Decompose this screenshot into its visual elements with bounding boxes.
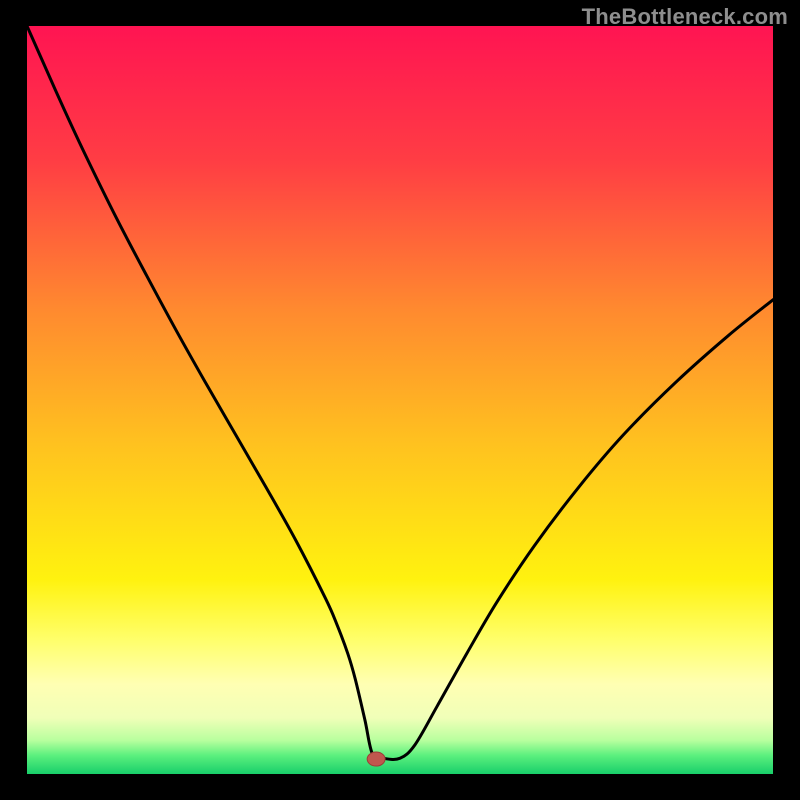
gradient-background	[27, 26, 773, 774]
watermark-text: TheBottleneck.com	[582, 4, 788, 30]
bottleneck-curve-chart	[27, 26, 773, 774]
optimum-marker	[367, 752, 385, 766]
